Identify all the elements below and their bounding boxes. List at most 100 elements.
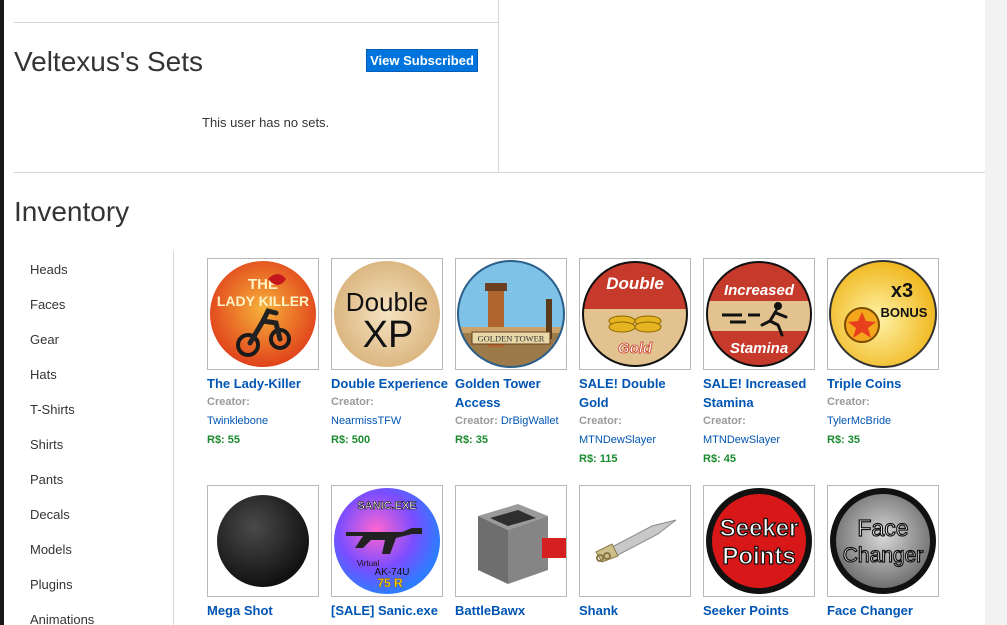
svg-text:Face: Face: [857, 515, 908, 541]
inventory-item[interactable]: BattleBawx: [455, 485, 573, 620]
item-thumbnail[interactable]: THE LADY KILLER: [207, 258, 319, 370]
divider: [14, 22, 498, 23]
item-name[interactable]: Golden Tower Access: [455, 374, 573, 412]
sanic-ak74u-badge-icon: SANIC.EXE Virtual AK-74U 75 R: [334, 488, 440, 594]
creator-link[interactable]: MTNDewSlayer: [579, 434, 656, 446]
inventory-item[interactable]: Mega Shot: [207, 485, 325, 620]
seeker-points-badge-icon: Seeker Points: [706, 488, 812, 594]
category-hats[interactable]: Hats: [30, 367, 57, 382]
item-name[interactable]: Double Experience: [331, 374, 449, 393]
item-name[interactable]: SALE! Increased Stamina: [703, 374, 821, 412]
lady-killer-motorcycle-icon: THE LADY KILLER: [210, 261, 316, 367]
svg-text:Points: Points: [722, 543, 795, 570]
item-thumbnail[interactable]: Increased Stamina: [703, 258, 815, 370]
item-price: R$: 35: [455, 434, 489, 446]
page-right-gutter: [985, 0, 1007, 625]
item-price: R$: 115: [579, 453, 618, 465]
svg-text:Double: Double: [346, 287, 428, 317]
svg-text:XP: XP: [363, 314, 414, 356]
black-sphere-icon: [217, 495, 309, 587]
svg-text:Seeker: Seeker: [720, 515, 799, 542]
category-pants[interactable]: Pants: [30, 472, 63, 487]
creator-link[interactable]: DrBigWallet: [501, 415, 559, 427]
inventory-category-menu: Heads Faces Gear Hats T-Shirts Shirts Pa…: [14, 251, 174, 625]
creator-label: Creator:: [207, 396, 250, 408]
item-name[interactable]: Seeker Points: [703, 601, 821, 620]
item-thumbnail[interactable]: GOLDEN TOWER: [455, 258, 567, 370]
inventory-item[interactable]: Double XP Double Experience Creator: Nea…: [331, 258, 449, 450]
svg-text:Stamina: Stamina: [730, 340, 788, 357]
item-thumbnail[interactable]: [579, 485, 691, 597]
svg-text:75 R: 75 R: [377, 576, 403, 590]
svg-text:LADY KILLER: LADY KILLER: [217, 293, 309, 309]
battlebawx-cube-icon: [478, 504, 566, 584]
creator-link[interactable]: NearmissTFW: [331, 415, 401, 427]
item-thumbnail[interactable]: Double XP: [331, 258, 443, 370]
sets-title: Veltexus's Sets: [14, 46, 203, 77]
double-gold-badge-icon: Double Gold: [582, 261, 688, 367]
divider: [14, 172, 985, 173]
inventory-item[interactable]: Shank: [579, 485, 697, 620]
svg-text:Changer: Changer: [843, 544, 924, 567]
category-shirts[interactable]: Shirts: [30, 437, 63, 452]
item-thumbnail[interactable]: [207, 485, 319, 597]
item-thumbnail[interactable]: Seeker Points: [703, 485, 815, 597]
inventory-item[interactable]: x3 BONUS Triple Coins Creator: TylerMcBr…: [827, 258, 945, 450]
creator-link[interactable]: TylerMcBride: [827, 415, 891, 427]
sets-panel: Veltexus's Sets View Subscribed This use…: [14, 0, 499, 173]
item-name[interactable]: [SALE] Sanic.exe: [331, 601, 449, 620]
double-xp-badge-icon: Double XP: [334, 261, 440, 367]
inventory-item[interactable]: Double Gold SALE! Double Gold Creator: M…: [579, 258, 697, 469]
category-animations[interactable]: Animations: [30, 612, 94, 625]
item-thumbnail[interactable]: Double Gold: [579, 258, 691, 370]
no-sets-message: This user has no sets.: [202, 115, 330, 130]
item-name[interactable]: BattleBawx: [455, 601, 573, 620]
item-thumbnail[interactable]: Face Changer: [827, 485, 939, 597]
item-thumbnail[interactable]: SANIC.EXE Virtual AK-74U 75 R: [331, 485, 443, 597]
creator-link[interactable]: Twinklebone: [207, 415, 268, 427]
item-thumbnail[interactable]: x3 BONUS: [827, 258, 939, 370]
svg-text:BONUS: BONUS: [881, 305, 928, 320]
category-models[interactable]: Models: [30, 542, 72, 557]
item-price: R$: 55: [207, 434, 241, 446]
item-name[interactable]: SALE! Double Gold: [579, 374, 697, 412]
inventory-item[interactable]: THE LADY KILLER The Lady-Killer Creator:…: [207, 258, 325, 450]
item-name[interactable]: Shank: [579, 601, 697, 620]
inventory-item[interactable]: SANIC.EXE Virtual AK-74U 75 R [SALE] San…: [331, 485, 449, 620]
category-decals[interactable]: Decals: [30, 507, 70, 522]
item-price: R$: 500: [331, 434, 371, 446]
item-name[interactable]: Mega Shot: [207, 601, 325, 620]
inventory-item[interactable]: Seeker Points Seeker Points: [703, 485, 821, 620]
creator-label: Creator:: [455, 415, 498, 427]
face-changer-badge-icon: Face Changer: [830, 488, 936, 594]
category-heads[interactable]: Heads: [30, 262, 68, 277]
creator-link[interactable]: MTNDewSlayer: [703, 434, 780, 446]
inventory-item[interactable]: GOLDEN TOWER Golden Tower Access Creator…: [455, 258, 573, 450]
svg-text:SANIC.EXE: SANIC.EXE: [357, 500, 416, 512]
item-name[interactable]: Face Changer: [827, 601, 945, 620]
svg-text:Double: Double: [606, 274, 664, 293]
svg-text:Increased: Increased: [724, 282, 795, 299]
shank-knife-icon: [595, 519, 677, 563]
inventory-item[interactable]: Increased Stamina SALE! Increased Stamin…: [703, 258, 821, 469]
creator-label: Creator:: [703, 415, 746, 427]
category-gear[interactable]: Gear: [30, 332, 59, 347]
svg-text:x3: x3: [891, 280, 913, 302]
inventory-title: Inventory: [14, 196, 130, 227]
category-plugins[interactable]: Plugins: [30, 577, 73, 592]
svg-text:Gold: Gold: [618, 340, 653, 357]
svg-text:GOLDEN TOWER: GOLDEN TOWER: [478, 334, 545, 344]
item-name[interactable]: Triple Coins: [827, 374, 945, 393]
increased-stamina-badge-icon: Increased Stamina: [706, 261, 812, 367]
item-price: R$: 45: [703, 453, 737, 465]
view-subscribed-button[interactable]: View Subscribed: [366, 49, 478, 72]
triple-coins-badge-icon: x3 BONUS: [829, 260, 937, 368]
inventory-item[interactable]: Face Changer Face Changer: [827, 485, 945, 620]
category-t-shirts[interactable]: T-Shirts: [30, 402, 75, 417]
category-faces[interactable]: Faces: [30, 297, 65, 312]
creator-label: Creator:: [827, 396, 870, 408]
item-thumbnail[interactable]: [455, 485, 567, 597]
creator-label: Creator:: [331, 396, 374, 408]
item-price: R$: 35: [827, 434, 861, 446]
item-name[interactable]: The Lady-Killer: [207, 374, 325, 393]
